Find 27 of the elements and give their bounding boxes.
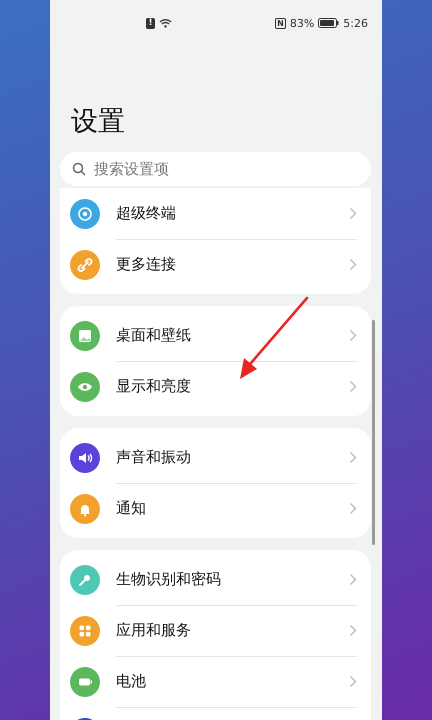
search-icon — [72, 162, 86, 176]
clock: 5:26 — [343, 16, 368, 30]
chevron-icon — [349, 573, 357, 586]
settings-item[interactable]: 桌面和壁纸 — [60, 310, 371, 361]
settings-item[interactable]: 超级终端 — [60, 188, 371, 239]
chevron-icon — [349, 624, 357, 637]
chevron-icon — [349, 258, 357, 271]
settings-item[interactable]: 声音和振动 — [60, 432, 371, 483]
battery-icon — [318, 18, 340, 28]
chevron-icon — [349, 380, 357, 393]
chevron-icon — [349, 451, 357, 464]
nfc-icon: N — [275, 18, 286, 28]
settings-item[interactable]: 应用和服务 — [60, 605, 371, 656]
chevron-icon — [349, 207, 357, 220]
battery-percent: 83% — [290, 16, 314, 30]
chevron-icon — [349, 675, 357, 688]
settings-item[interactable]: 生物识别和密码 — [60, 554, 371, 605]
wifi-icon — [159, 18, 172, 28]
page-title: 设置 — [70, 105, 126, 139]
settings-item[interactable]: 更多连接 — [60, 239, 371, 290]
settings-item[interactable]: 显示和亮度 — [60, 361, 371, 412]
chevron-icon — [349, 502, 357, 515]
chevron-icon — [349, 329, 357, 342]
settings-item[interactable]: 电池 — [60, 656, 371, 707]
settings-item[interactable]: 通知 — [60, 483, 371, 534]
search-field[interactable]: 搜索设置项 — [60, 152, 371, 186]
alert-icon: ! — [146, 18, 155, 28]
